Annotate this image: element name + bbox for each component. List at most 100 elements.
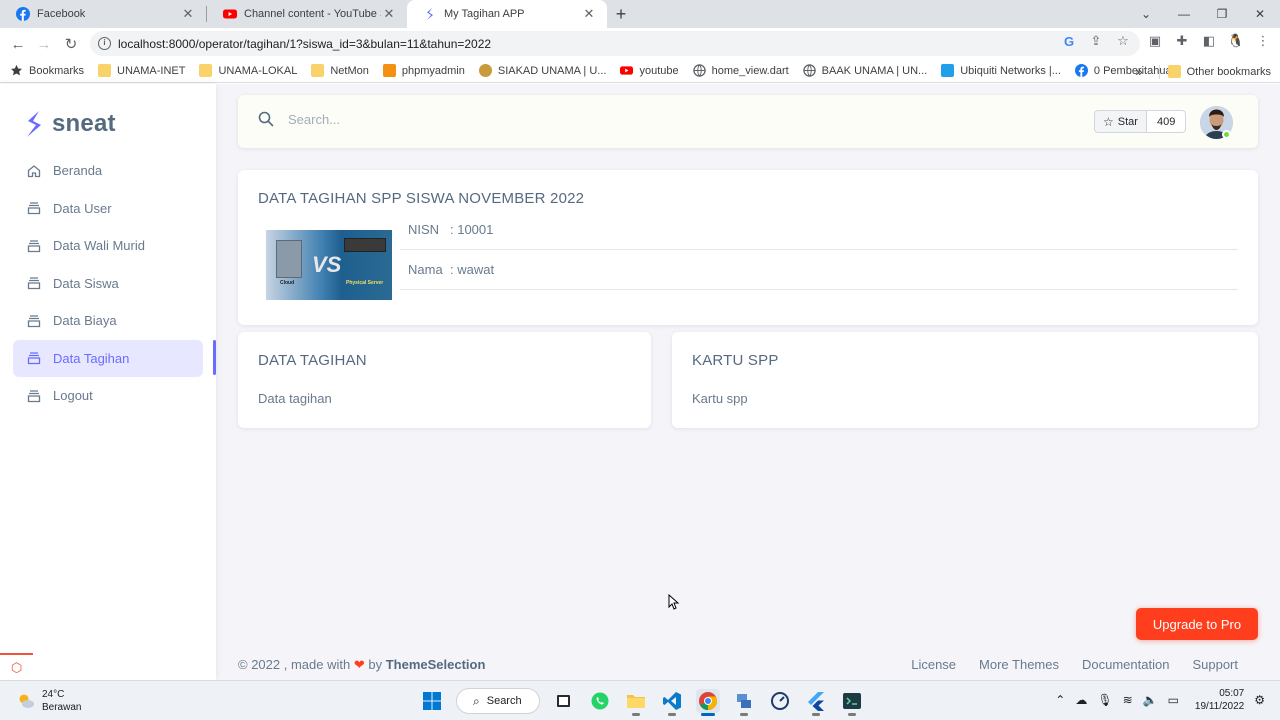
vs-text: VS [312,252,342,277]
notification-icon[interactable]: ⚙ [1254,693,1265,707]
close-icon[interactable]: ✕ [180,6,196,22]
tab-youtube-studio[interactable]: Channel content - YouTube Studio ✕ [207,0,407,28]
tab-title: Facebook [37,8,86,20]
brand[interactable]: sneat [26,110,116,138]
card-text: Data tagihan [258,391,332,406]
window-close-icon[interactable]: ✕ [1241,0,1279,28]
sidebar-item-data-user[interactable]: Data User [13,190,203,227]
speaker-icon[interactable]: 🔈 [1143,693,1158,707]
reload-icon[interactable]: ↻ [61,34,81,54]
url-bar[interactable]: i localhost:8000/operator/tagihan/1?sisw… [90,31,1140,56]
bookmark-item[interactable]: youtube [620,64,679,77]
other-bookmarks[interactable]: Other bookmarks [1187,66,1271,78]
sidebar-item-data-biaya[interactable]: Data Biaya [13,302,203,339]
puzzle-icon[interactable]: ✚ [1175,33,1189,48]
facebook-icon [1074,64,1088,77]
star-button[interactable]: ☆ Star [1094,110,1147,133]
speedtest-icon[interactable] [768,689,792,713]
tab-my-tagihan[interactable]: My Tagihan APP ✕ [407,0,607,28]
student-image: VS Cloud Physical Server [266,230,392,300]
tab-facebook[interactable]: Facebook ✕ [0,0,206,28]
sidebar-item-logout[interactable]: Logout [13,377,203,414]
folder-icon [98,64,112,77]
google-translate-icon[interactable]: G [1062,34,1076,49]
sidebar-item-label: Data Wali Murid [53,238,145,253]
terminal-icon[interactable] [840,689,864,716]
footer-link-documentation[interactable]: Documentation [1082,657,1169,672]
bookmark-item[interactable]: phpmyadmin [382,64,465,77]
url-text[interactable]: localhost:8000/operator/tagihan/1?siswa_… [118,37,491,51]
new-tab-button[interactable]: + [607,0,635,28]
sidebar-item-beranda[interactable]: Beranda [13,152,203,189]
sidebar-item-label: Beranda [53,163,103,178]
bookmark-item[interactable]: BAAK UNAMA | UN... [802,64,927,77]
bookmarks-more-button[interactable]: » [1135,64,1142,79]
chrome-icon[interactable] [696,689,720,716]
close-icon[interactable]: ✕ [581,6,597,22]
wifi-icon[interactable]: ≋ [1123,693,1133,707]
bookmark-item[interactable]: Bookmarks [10,64,84,77]
microphone-icon[interactable]: 🎙 [1097,693,1112,707]
footer-link-more-themes[interactable]: More Themes [979,657,1059,672]
search-input[interactable]: Search... [288,112,340,127]
windows-start-icon[interactable] [420,689,444,713]
sidebar-item-data-siswa[interactable]: Data Siswa [13,265,203,302]
folder-icon [1167,65,1181,78]
sidebar-item-label: Data Tagihan [53,350,130,366]
star-count[interactable]: 409 [1146,110,1187,133]
side-panel-icon[interactable]: ◧ [1202,33,1216,48]
sidebar-item-data-tagihan[interactable]: Data Tagihan [13,339,203,377]
kebab-menu-icon[interactable]: ⋮ [1256,33,1270,48]
bookmark-item[interactable]: UNAMA-INET [98,64,185,77]
restore-icon[interactable]: ❐ [1203,0,1241,28]
vscode-icon[interactable] [660,689,684,716]
sidebar-item-data-wali-murid[interactable]: Data Wali Murid [13,227,203,264]
bookmark-item[interactable]: NetMon [311,64,369,77]
network-tool-icon[interactable] [732,689,756,716]
star-icon [11,64,22,76]
flutter-icon[interactable] [804,689,828,716]
page-title: DATA TAGIHAN SPP SISWA NOVEMBER 2022 [258,190,585,207]
back-arrow-icon[interactable]: ← [8,34,28,54]
close-icon[interactable]: ✕ [381,6,397,22]
weather-widget[interactable]: 24°C Berawan [16,688,81,714]
github-star-button[interactable]: ☆ Star 409 [1094,110,1187,133]
forward-arrow-icon[interactable]: → [34,34,54,54]
weather-cloudy-icon [19,694,34,708]
clock[interactable]: 05:07 19/11/2022 [1195,687,1244,713]
bookmark-item[interactable]: SIAKAD UNAMA | U... [478,64,607,77]
task-view-icon[interactable] [552,689,576,713]
whatsapp-icon[interactable] [588,689,612,713]
profile-penguin-icon[interactable]: 🐧 [1228,33,1244,48]
taskbar-search[interactable]: ⌕ Search [456,688,540,714]
sidebar-menu: Beranda Data User Data Wali Murid Data S… [13,152,203,415]
bookmark-label: SIAKAD UNAMA | U... [497,64,607,77]
share-icon[interactable]: ⇪ [1089,33,1103,48]
minimize-icon[interactable]: — [1165,0,1203,28]
bookmark-item[interactable]: Ubiquiti Networks |... [941,64,1061,77]
laravel-debugbar-icon[interactable]: ⬡ [0,653,33,680]
folder-icon [199,64,213,77]
bookmark-item[interactable]: UNAMA-LOKAL [199,64,297,77]
search-bar[interactable]: Search... [258,111,340,127]
battery-icon[interactable]: ▭ [1168,693,1179,707]
kartu-spp-card: KARTU SPP Kartu spp [672,332,1258,428]
file-explorer-icon[interactable] [624,689,648,716]
globe-icon [802,64,816,77]
running-indicator [632,713,640,716]
sidebar-item-label: Data Biaya [53,313,117,328]
bookmark-star-icon[interactable]: ☆ [1116,33,1130,48]
footer-brand-link[interactable]: ThemeSelection [386,657,486,672]
chevron-up-icon[interactable]: ⌃ [1055,693,1065,707]
onedrive-cloud-icon[interactable]: ☁ [1075,693,1087,707]
tab-search-chevron-icon[interactable]: ⌄ [1127,0,1165,28]
upgrade-to-pro-button[interactable]: Upgrade to Pro [1136,608,1258,640]
footer-link-support[interactable]: Support [1192,657,1238,672]
site-info-icon[interactable]: i [98,37,111,50]
bookmark-item[interactable]: home_view.dart [692,64,789,77]
extension-icon[interactable]: ▣ [1148,33,1162,48]
temperature: 24°C [42,689,65,700]
star-outline-icon: ☆ [1103,114,1114,129]
card-title: KARTU SPP [692,352,779,369]
footer-link-license[interactable]: License [911,657,956,672]
